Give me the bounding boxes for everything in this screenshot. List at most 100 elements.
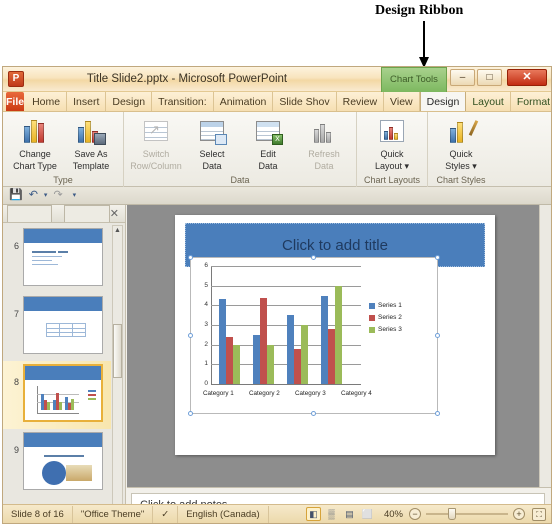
edit-data-button[interactable]: X Edit Data [240, 115, 296, 171]
thumbnail-image [23, 296, 103, 354]
panel-tab-outline[interactable] [64, 205, 110, 222]
switch-row-column-label-2: Row/Column [130, 161, 182, 171]
view-slide-sorter-button[interactable]: ▒ [324, 507, 339, 521]
tab-chart-format[interactable]: Format [511, 92, 551, 111]
thumbnail-slide-6[interactable]: 6 [3, 225, 111, 293]
chart-tools-contextual-label: Chart Tools [381, 67, 447, 92]
quick-styles-icon [445, 117, 479, 147]
zoom-out-button[interactable]: − [409, 508, 421, 520]
select-data-button[interactable]: Select Data [184, 115, 240, 171]
slide-canvas[interactable]: Click to add title 6 5 4 3 2 1 0 Categor… [175, 215, 495, 455]
x-tick-category-2: Category 2 [249, 390, 280, 397]
thumbnail-number: 9 [13, 445, 19, 455]
change-chart-type-button[interactable]: Change Chart Type [7, 115, 63, 171]
ribbon-group-label-chart-styles: Chart Styles [436, 175, 486, 185]
thumbnail-slide-9[interactable]: 9 [3, 429, 111, 497]
legend-swatch-icon [369, 326, 375, 333]
legend-item-series-2: Series 2 [369, 314, 402, 321]
slide-edit-area[interactable]: Click to add title 6 5 4 3 2 1 0 Categor… [127, 205, 551, 523]
tab-home[interactable]: Home [26, 92, 68, 111]
tab-insert[interactable]: Insert [67, 92, 107, 111]
ribbon-group-type: Change Chart Type Save As Template Type [3, 112, 123, 187]
redo-icon[interactable]: ↷ [53, 190, 62, 201]
x-tick-category-1: Category 1 [203, 390, 234, 397]
customize-qat-icon[interactable]: ▾ [73, 192, 77, 199]
save-as-template-icon [75, 117, 107, 147]
bar-s3-c3 [301, 325, 308, 384]
thumbnail-slide-8[interactable]: 8 [3, 361, 111, 429]
y-tick-3: 3 [204, 321, 208, 328]
change-chart-type-icon [19, 117, 51, 147]
thumbnail-list[interactable]: 6 7 8 9 [3, 223, 111, 523]
tab-chart-layout[interactable]: Layout [466, 92, 511, 111]
quick-styles-button[interactable]: Quick Styles ▾ [432, 115, 490, 171]
edit-data-label-1: Edit [260, 149, 276, 159]
undo-dropdown-icon[interactable]: ▾ [44, 192, 48, 199]
bar-s3-c2 [267, 344, 274, 384]
ribbon-group-label-chart-layouts: Chart Layouts [363, 175, 421, 185]
minimize-icon: – [459, 72, 466, 83]
tab-view[interactable]: View [384, 92, 420, 111]
quick-layout-button[interactable]: Quick Layout ▾ [361, 115, 423, 171]
view-normal-button[interactable]: ◧ [305, 507, 321, 521]
maximize-button[interactable]: □ [477, 69, 502, 86]
view-reading-button[interactable]: ▤ [342, 507, 357, 521]
y-tick-6: 6 [204, 262, 208, 269]
edit-data-icon: X [252, 117, 284, 147]
legend-item-series-1: Series 1 [369, 302, 402, 309]
fit-slide-button[interactable]: ⛶ [532, 507, 546, 521]
close-icon: ✕ [522, 71, 532, 83]
switch-row-column-button[interactable]: ↗ Switch Row/Column [128, 115, 184, 171]
edit-data-label-2: Data [258, 161, 278, 171]
status-language[interactable]: English (Canada) [178, 505, 269, 523]
thumbnail-scrollbar[interactable]: ▲ ▼ [112, 225, 123, 521]
ribbon-tab-strip: File Home Insert Design Transition: Anim… [3, 92, 551, 112]
zoom-level-label: 40% [383, 508, 403, 520]
zoom-slider-track [426, 513, 508, 515]
save-icon[interactable]: 💾 [9, 190, 23, 201]
bar-s2-c4 [328, 328, 335, 384]
tab-chart-design[interactable]: Design [419, 92, 467, 111]
chart-plot-area: 6 5 4 3 2 1 0 [204, 262, 361, 387]
scrollbar-thumb[interactable] [113, 324, 122, 378]
undo-icon[interactable]: ↶ [29, 190, 38, 201]
chart-legend: Series 1 Series 2 Series 3 [369, 302, 402, 338]
view-slideshow-button[interactable]: ⬜ [360, 507, 375, 521]
tab-slide-show[interactable]: Slide Shov [273, 92, 337, 111]
panel-close-icon[interactable]: ✕ [110, 207, 119, 220]
close-button[interactable]: ✕ [507, 69, 547, 86]
panel-tab-slides[interactable] [7, 205, 53, 222]
zoom-in-button[interactable]: + [513, 508, 525, 520]
zoom-slider-knob[interactable] [448, 508, 456, 520]
bar-s1-c2 [253, 334, 260, 384]
panel-tab-bar: ✕ [3, 205, 125, 223]
spellcheck-icon[interactable]: ✓ [153, 505, 179, 523]
change-chart-type-label-2: Chart Type [13, 161, 57, 171]
chart-object[interactable]: 6 5 4 3 2 1 0 Category 1 Category 2 Cate… [188, 255, 440, 416]
tab-transitions[interactable]: Transition: [152, 92, 214, 111]
select-data-label-2: Data [202, 161, 222, 171]
save-as-template-button[interactable]: Save As Template [63, 115, 119, 171]
bar-s2-c2 [260, 297, 267, 384]
bar-s3-c4 [335, 285, 342, 384]
thumbnail-slide-7[interactable]: 7 [3, 293, 111, 361]
tab-review[interactable]: Review [337, 92, 385, 111]
annotation-arrow-icon [419, 21, 429, 68]
tab-design[interactable]: Design [106, 92, 153, 111]
select-data-icon [196, 117, 228, 147]
scroll-up-icon[interactable]: ▲ [113, 226, 122, 237]
tab-file[interactable]: File [6, 92, 25, 111]
refresh-data-label-2: Data [314, 161, 334, 171]
refresh-data-button[interactable]: Refresh Data [296, 115, 352, 171]
y-tick-1: 1 [204, 360, 208, 368]
zoom-slider[interactable] [426, 507, 508, 521]
legend-item-series-3: Series 3 [369, 326, 402, 333]
x-tick-category-4: Category 4 [341, 390, 372, 397]
tab-animations[interactable]: Animation [214, 92, 274, 111]
slide-area-scrollbar[interactable] [539, 205, 551, 487]
change-chart-type-label-1: Change [19, 149, 51, 159]
y-tick-4: 4 [204, 301, 208, 309]
select-data-label-1: Select [199, 149, 225, 159]
minimize-button[interactable]: – [450, 69, 475, 86]
thumbnail-image [23, 364, 103, 422]
